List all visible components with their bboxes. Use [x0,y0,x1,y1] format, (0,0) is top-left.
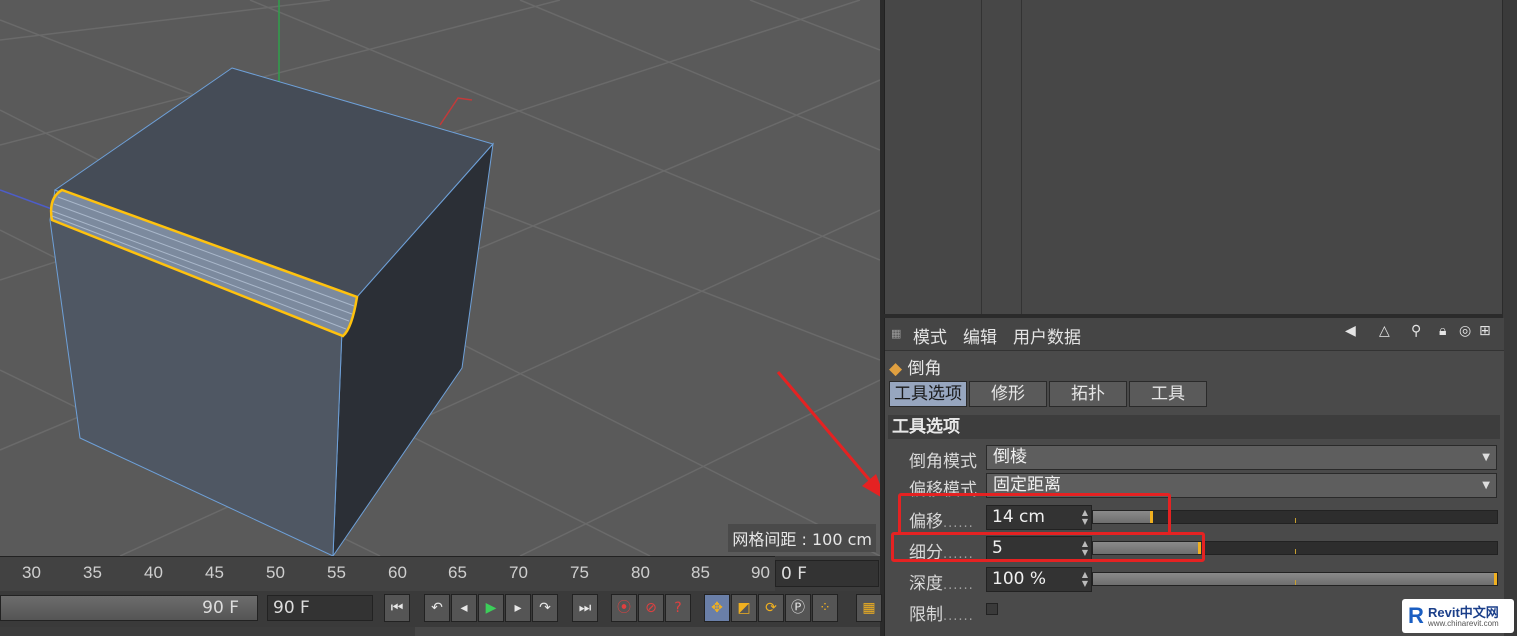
viewport-canvas[interactable] [0,0,880,556]
range-slider[interactable]: 90 F [0,595,258,621]
limit-label: 限制...... [909,600,974,625]
ruler-tick: 30 [22,563,41,582]
ruler-tick: 75 [570,563,589,582]
tab-tool[interactable]: 工具 [1129,381,1207,407]
column-divider [981,0,982,314]
goto-end-button[interactable]: ⏭ [572,594,598,622]
tab-tool-options[interactable]: 工具选项 [889,381,967,407]
goto-start-button[interactable]: ⏮ [384,594,410,622]
ruler-tick: 65 [448,563,467,582]
depth-value: 100 % [992,569,1047,589]
film-icon[interactable]: ▦ [856,594,882,622]
lock-icon[interactable]: 🔒︎ [1439,323,1446,339]
offset-highlight-box [898,493,1171,535]
play-icon[interactable]: ▶ [478,594,504,622]
keyframe-help-icon[interactable]: ? [665,594,691,622]
up-arrow-icon[interactable]: △ [1379,323,1390,339]
ruler-tick: 70 [509,563,528,582]
next-key-icon[interactable]: ↷ [532,594,558,622]
limit-checkbox[interactable] [986,603,998,615]
coordinates-strip [415,627,880,636]
spinner-icon[interactable]: ▲ ▼ [1082,570,1088,588]
target-icon[interactable]: ◎ [1459,323,1471,339]
depth-field[interactable]: 100 % ▲ ▼ [986,567,1092,592]
pla-key-icon[interactable]: ⁘ [812,594,838,622]
grid-spacing-label: 网格间距 : 100 cm [728,524,876,552]
offset-mode-value: 固定距离 [993,475,1061,495]
ruler-tick: 45 [205,563,224,582]
timeline-panel: 30 35 40 45 50 55 60 65 70 75 80 85 90 0… [0,556,882,636]
current-frame-field[interactable]: 0 F [775,560,879,587]
tab-shaping[interactable]: 修形 [969,381,1047,407]
bevel-mode-select[interactable]: 倒棱 ▼ [986,445,1497,470]
transport-bar: 90 F 90 F ⏮ ↶ ◂ ▶ ▸ ↷ ⏭ ⦿ ⊘ ? ✥ ◩ ⟳ Ⓟ ⁘ … [0,591,882,627]
depth-slider[interactable] [1092,572,1498,586]
dropdown-arrow-icon: ▼ [1482,480,1490,491]
back-arrow-icon[interactable]: ◀ [1345,323,1356,339]
tool-title-text: 倒角 [907,359,942,379]
watermark-logo: R Revit中文网 www.chinarevit.com [1402,599,1514,633]
slider-fill [1093,573,1494,585]
revit-logo-icon: R [1408,603,1424,628]
annotation-arrow-head [862,474,880,497]
frame-ruler[interactable]: 30 35 40 45 50 55 60 65 70 75 80 85 90 [0,556,775,591]
x-axis-line [439,97,473,126]
autokey-icon[interactable]: ⊘ [638,594,664,622]
bevel-tool-icon: ◆ [889,359,903,379]
attribute-manager: ▦ 模式 编辑 用户数据 ◀ △ ⚲ 🔒︎ ◎ ⊞ ◆ 倒角 工具选项 修形 拓… [884,318,1504,636]
column-divider [1021,0,1022,314]
section-header: 工具选项 [888,415,1500,439]
grip-icon: ▦ [891,327,902,340]
label-dots: ...... [943,609,974,624]
record-icon[interactable]: ⦿ [611,594,637,622]
rotate-key-icon[interactable]: ⟳ [758,594,784,622]
move-key-icon[interactable]: ✥ [704,594,730,622]
tool-title: ◆ 倒角 [889,354,941,379]
ruler-tick: 60 [388,563,407,582]
scale-key-icon[interactable]: ◩ [731,594,757,622]
prev-key-icon[interactable]: ↶ [424,594,450,622]
menu-mode[interactable]: 模式 [913,323,947,348]
side-tab-strip[interactable] [1503,0,1517,636]
ruler-tick: 40 [144,563,163,582]
object-manager[interactable] [884,0,1502,314]
bevel-mode-label: 倒角模式 [909,452,977,472]
subdivision-highlight-box [891,532,1205,562]
ruler-tick: 80 [631,563,650,582]
bevel-mode-value: 倒棱 [993,447,1027,467]
menu-edit[interactable]: 编辑 [963,323,997,348]
menu-userdata[interactable]: 用户数据 [1013,323,1081,348]
next-frame-icon[interactable]: ▸ [505,594,531,622]
watermark-url: www.chinarevit.com [1428,619,1499,628]
annotation-arrow [776,371,880,491]
3d-viewport[interactable]: 网格间距 : 100 cm [0,0,880,556]
slider-midmark [1295,518,1296,523]
ruler-tick: 55 [327,563,346,582]
ruler-tick: 35 [83,563,102,582]
search-icon[interactable]: ⚲ [1411,323,1421,339]
ruler-tick: 50 [266,563,285,582]
dropdown-arrow-icon: ▼ [1482,452,1490,463]
param-key-icon[interactable]: Ⓟ [785,594,811,622]
slider-handle[interactable] [1494,573,1497,585]
attribute-menubar: ▦ 模式 编辑 用户数据 ◀ △ ⚲ 🔒︎ ◎ ⊞ [885,318,1504,351]
new-panel-icon[interactable]: ⊞ [1479,323,1491,339]
slider-midmark [1295,580,1296,585]
tab-topology[interactable]: 拓扑 [1049,381,1127,407]
ruler-tick: 85 [691,563,710,582]
limit-label-text: 限制 [909,605,943,625]
depth-label: 深度...... [909,569,974,594]
slider-midmark [1295,549,1296,554]
depth-label-text: 深度 [909,574,943,594]
preview-end-field[interactable]: 90 F [267,595,373,621]
label-dots: ...... [943,578,974,593]
prev-frame-icon[interactable]: ◂ [451,594,477,622]
ruler-tick: 90 [751,563,770,582]
